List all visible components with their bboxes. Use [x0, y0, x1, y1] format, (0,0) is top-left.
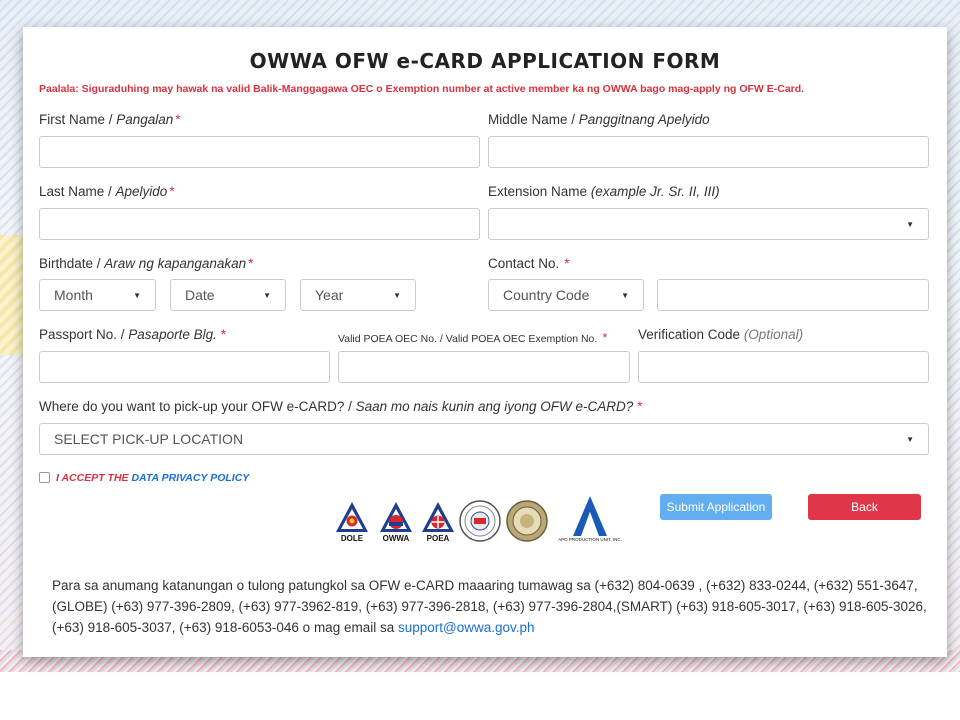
passport-label: Passport No. / Pasaporte Blg. *: [39, 327, 227, 342]
privacy-policy-link[interactable]: DATA PRIVACY POLICY: [131, 472, 249, 484]
birth-year-value: Year: [315, 287, 344, 303]
government-seal-1: [459, 500, 501, 542]
contact-footer: Para sa anumang katanungan o tulong patu…: [52, 575, 932, 638]
privacy-checkbox[interactable]: [39, 472, 50, 483]
birth-month-select[interactable]: Month ▼: [39, 279, 156, 311]
privacy-policy-label: I ACCEPT THE DATA PRIVACY POLICY: [56, 472, 250, 484]
chevron-down-icon: ▼: [906, 434, 914, 444]
verification-code-input[interactable]: [638, 351, 929, 383]
background-yellow-band: [0, 235, 24, 355]
birth-month-value: Month: [54, 287, 93, 303]
back-button[interactable]: Back: [808, 494, 921, 520]
first-name-input[interactable]: [39, 136, 480, 168]
birth-day-value: Date: [185, 287, 215, 303]
oec-label: Valid POEA OEC No. / Valid POEA OEC Exem…: [338, 330, 608, 345]
middle-name-label: Middle Name / Panggitnang Apelyido: [488, 112, 710, 127]
verification-code-label: Verification Code (Optional): [638, 327, 804, 342]
country-code-select[interactable]: Country Code ▼: [488, 279, 644, 311]
poea-logo: POEA: [420, 500, 456, 545]
chevron-down-icon: ▼: [393, 290, 401, 300]
first-name-label: First Name / Pangalan *: [39, 112, 181, 127]
form-notice: Paalala: Siguraduhing may hawak na valid…: [39, 83, 805, 95]
contact-label: Contact No. *: [488, 256, 570, 271]
application-form-card: OWWA OFW e-CARD APPLICATION FORM Paalala…: [23, 27, 947, 657]
last-name-label: Last Name / Apelyido *: [39, 184, 175, 199]
pickup-location-value: SELECT PICK-UP LOCATION: [54, 431, 244, 447]
extension-name-label: Extension Name (example Jr. Sr. II, III): [488, 184, 720, 199]
page-bottom: [0, 672, 960, 720]
chevron-down-icon: ▼: [263, 290, 271, 300]
government-seal-2: [506, 500, 548, 542]
pickup-location-select[interactable]: SELECT PICK-UP LOCATION ▼: [39, 423, 929, 455]
middle-name-input[interactable]: [488, 136, 929, 168]
extension-name-select[interactable]: ▼: [488, 208, 929, 240]
birthdate-label: Birthdate / Araw ng kapanganakan *: [39, 256, 254, 271]
support-email-link[interactable]: support@owwa.gov.ph: [398, 620, 535, 635]
pickup-label: Where do you want to pick-up your OFW e-…: [39, 399, 643, 414]
birth-day-select[interactable]: Date ▼: [170, 279, 286, 311]
last-name-input[interactable]: [39, 208, 480, 240]
chevron-down-icon: ▼: [621, 290, 629, 300]
chevron-down-icon: ▼: [133, 290, 141, 300]
form-title: OWWA OFW e-CARD APPLICATION FORM: [249, 49, 721, 73]
contact-number-input[interactable]: [657, 279, 929, 311]
submit-application-button[interactable]: Submit Application: [660, 494, 772, 520]
country-code-value: Country Code: [503, 287, 590, 303]
owwa-logo: OWWA: [378, 500, 414, 545]
dole-logo: DOLE: [334, 500, 370, 545]
passport-input[interactable]: [39, 351, 330, 383]
apo-logo: APO PRODUCTION UNIT, INC.: [558, 494, 622, 546]
birth-year-select[interactable]: Year ▼: [300, 279, 416, 311]
oec-input[interactable]: [338, 351, 630, 383]
chevron-down-icon: ▼: [906, 219, 914, 229]
